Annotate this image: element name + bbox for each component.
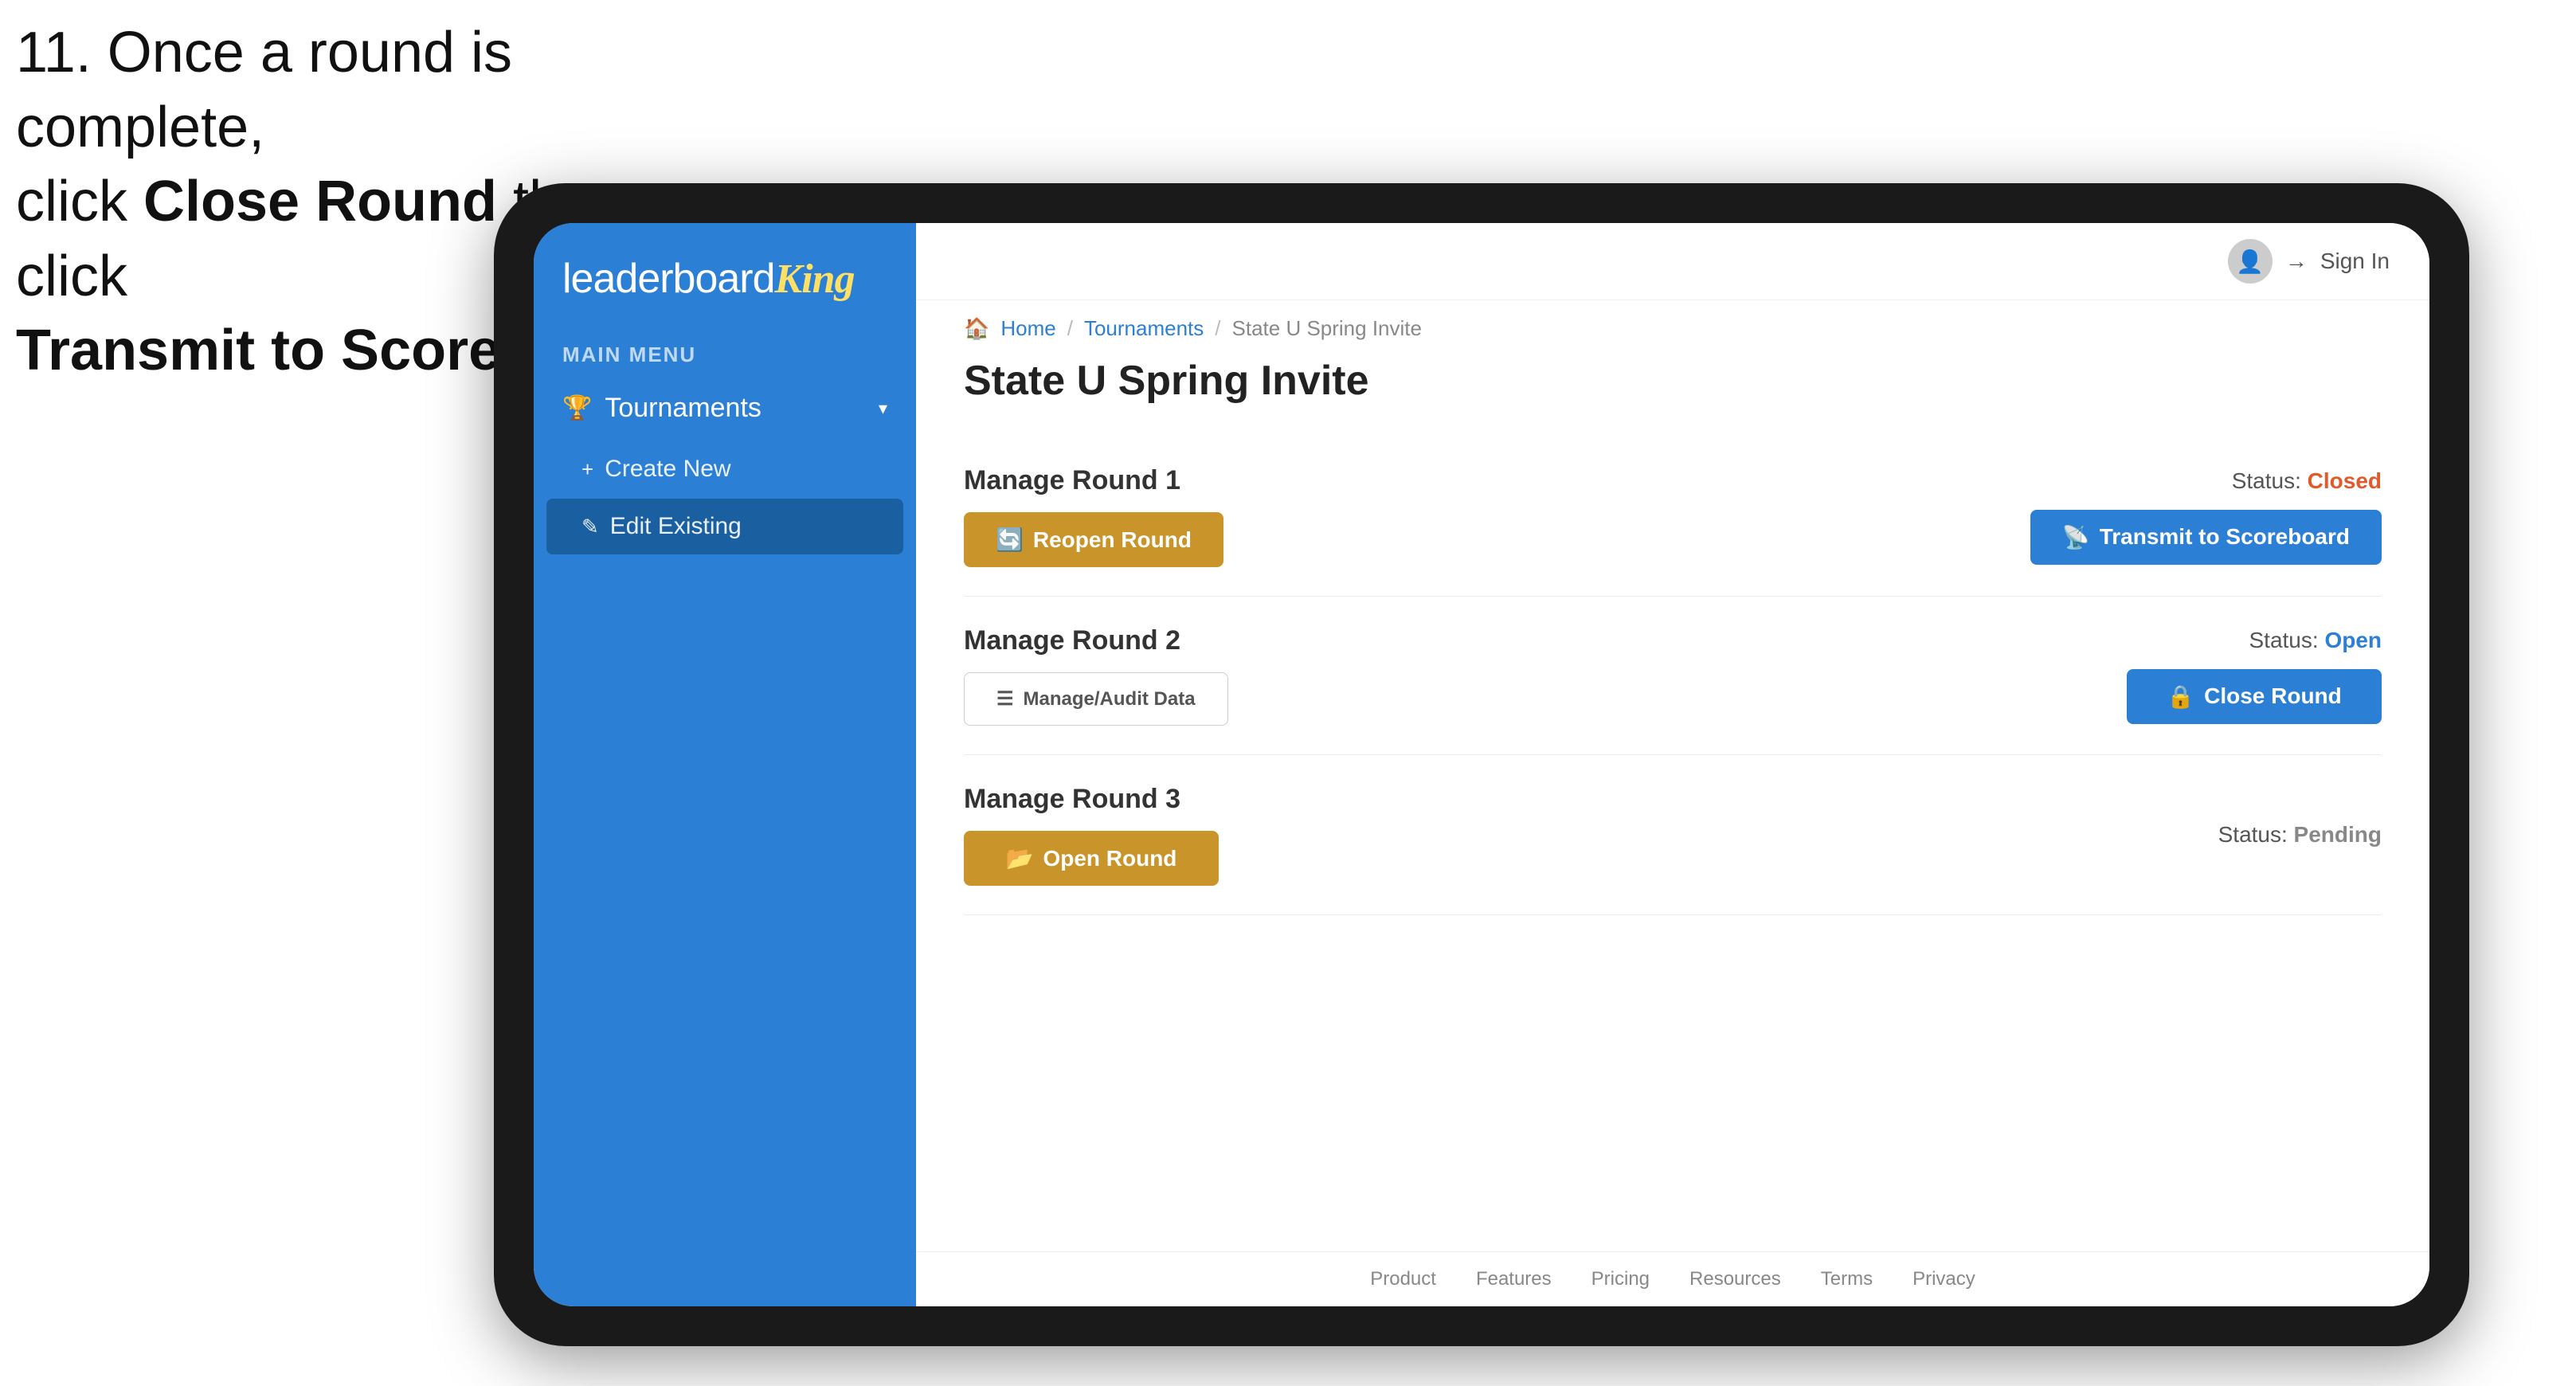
sidebar-edit-existing[interactable]: ✎ Edit Existing [546,499,903,554]
sign-in-label: → [2285,249,2308,274]
footer: Product Features Pricing Resources Terms… [916,1251,2429,1306]
edit-icon: ✎ [581,515,599,539]
transmit-icon: 📡 [2062,524,2090,550]
page-title: State U Spring Invite [964,357,2382,405]
manage-audit-button[interactable]: ☰ Manage/Audit Data [964,672,1228,726]
reopen-round-button[interactable]: 🔄 Reopen Round [964,512,1223,567]
breadcrumb: 🏠 Home / Tournaments / State U Spring In… [916,300,2429,341]
trophy-icon: 🏆 [562,394,592,422]
round-2-status: Status: Open [2249,628,2382,653]
breadcrumb-current: State U Spring Invite [1232,316,1422,341]
round-2-section: Manage Round 2 ☰ Manage/Audit Data Statu… [964,597,2382,755]
main-menu-label: MAIN MENU [534,327,916,375]
breadcrumb-tournaments[interactable]: Tournaments [1084,316,1204,341]
footer-terms[interactable]: Terms [1821,1268,1873,1290]
sidebar-tournaments-label: Tournaments [605,393,761,424]
page-content: State U Spring Invite Manage Round 1 🔄 R… [916,341,2429,1251]
round-3-status-value: Pending [2294,822,2382,847]
round-2-right: Status: Open 🔒 Close Round [2127,628,2382,724]
reopen-label: Reopen Round [1033,527,1192,553]
reopen-icon: 🔄 [996,527,1024,553]
sidebar-create-new[interactable]: + Create New [534,441,916,497]
sign-in-text: Sign In [2320,249,2390,274]
main-content: 👤 → Sign In 🏠 Home / Tournaments / State… [916,223,2429,1306]
round-2-left: Manage Round 2 ☰ Manage/Audit Data [964,625,1228,726]
footer-resources[interactable]: Resources [1689,1268,1781,1290]
round-1-left: Manage Round 1 🔄 Reopen Round [964,465,1223,567]
sidebar: leaderboardKing MAIN MENU 🏆 Tournaments … [534,223,916,1306]
breadcrumb-home[interactable]: Home [1000,316,1055,341]
transmit-label: Transmit to Scoreboard [2100,524,2350,550]
round-3-left: Manage Round 3 📂 Open Round [964,784,1219,886]
plus-icon: + [581,457,593,482]
transmit-scoreboard-button[interactable]: 📡 Transmit to Scoreboard [2030,510,2382,565]
round-1-right: Status: Closed 📡 Transmit to Scoreboard [2030,468,2382,565]
round-2-status-value: Open [2324,628,2382,652]
sidebar-edit-label: Edit Existing [610,513,742,540]
footer-product[interactable]: Product [1370,1268,1436,1290]
close-icon: 🔒 [2167,683,2194,710]
sidebar-item-tournaments[interactable]: 🏆 Tournaments ▾ [534,375,916,441]
open-round-button[interactable]: 📂 Open Round [964,831,1219,886]
audit-label: Manage/Audit Data [1024,688,1196,711]
round-1-section: Manage Round 1 🔄 Reopen Round Status: Cl… [964,437,2382,597]
round-3-right: Status: Pending [2218,822,2382,848]
tablet-frame: leaderboardKing MAIN MENU 🏆 Tournaments … [494,183,2469,1346]
open-icon: 📂 [1006,845,1034,871]
chevron-down-icon: ▾ [879,398,887,419]
instruction-bold1: Close Round [143,170,497,233]
round-1-status: Status: Closed [2232,468,2382,494]
logo: leaderboardKing [562,255,887,303]
breadcrumb-icon: 🏠 [964,316,989,341]
footer-features[interactable]: Features [1476,1268,1552,1290]
sidebar-item-inner-tournaments: 🏆 Tournaments [562,393,761,424]
footer-privacy[interactable]: Privacy [1912,1268,1975,1290]
footer-pricing[interactable]: Pricing [1591,1268,1650,1290]
sidebar-create-label: Create New [605,456,730,483]
round-1-status-value: Closed [2308,468,2382,493]
close-label: Close Round [2204,683,2342,709]
logo-area: leaderboardKing [534,223,916,327]
round-3-title: Manage Round 3 [964,784,1219,815]
instruction-line1: 11. Once a round is complete, [16,21,512,159]
breadcrumb-sep2: / [1215,316,1220,341]
app-container: leaderboardKing MAIN MENU 🏆 Tournaments … [534,223,2429,1306]
round-2-title: Manage Round 2 [964,625,1228,656]
close-round-button[interactable]: 🔒 Close Round [2127,669,2382,724]
audit-icon: ☰ [996,687,1014,711]
round-3-section: Manage Round 3 📂 Open Round Status: Pend… [964,755,2382,915]
round-1-title: Manage Round 1 [964,465,1223,496]
instruction-line2: click [16,170,143,233]
round-3-status: Status: Pending [2218,822,2382,848]
top-bar: 👤 → Sign In [916,223,2429,300]
open-label: Open Round [1043,846,1176,871]
avatar: 👤 [2228,239,2273,284]
tablet-screen: leaderboardKing MAIN MENU 🏆 Tournaments … [534,223,2429,1306]
sign-in-area[interactable]: 👤 → Sign In [2228,239,2390,284]
logo-highlight: King [775,256,855,302]
breadcrumb-sep1: / [1067,316,1073,341]
